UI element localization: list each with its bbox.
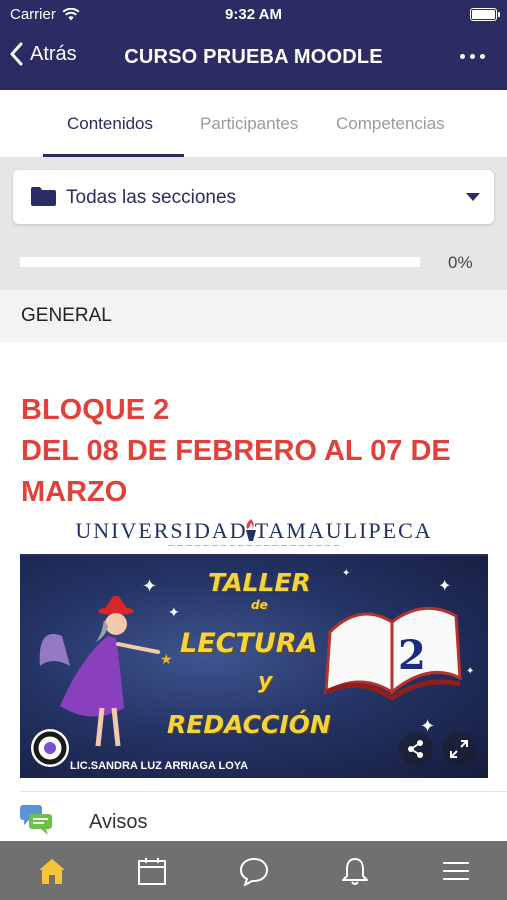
poster-number: 2 (398, 632, 426, 679)
top-bar: Carrier 9:32 AM Atrás CURSO PRUEBA MOODL… (0, 0, 507, 90)
bell-icon[interactable] (340, 856, 370, 886)
caret-down-icon (466, 193, 480, 201)
page-title: CURSO PRUEBA MOODLE (124, 46, 383, 68)
course-banner-image[interactable]: UNIVERSIDAD TAMAULIPECA — — — — — — — — … (20, 514, 488, 778)
active-tab-indicator (43, 154, 184, 157)
more-options-button[interactable] (460, 54, 485, 59)
poster-word-2: de (251, 598, 268, 612)
section-selector-label: Todas las secciones (66, 187, 237, 208)
divider (20, 791, 507, 792)
menu-icon[interactable] (441, 856, 471, 886)
torch-logo-icon (246, 519, 256, 541)
sparkle-icon: ✦ (466, 666, 475, 677)
poster-word-5: REDACCIÓN (167, 710, 331, 739)
status-bar: Carrier 9:32 AM (0, 0, 507, 30)
sparkle-icon: ✦ (142, 576, 158, 596)
dot-icon (470, 54, 475, 59)
sparkle-icon: ✦ (168, 604, 180, 620)
battery-icon (470, 8, 500, 21)
course-progress-bar (20, 257, 420, 267)
university-header: UNIVERSIDAD TAMAULIPECA — — — — — — — — … (20, 514, 488, 556)
share-button[interactable] (399, 732, 433, 766)
chat-icon[interactable] (239, 856, 269, 886)
university-motto: — — — — — — — — — — — — — — — — — — — — (168, 543, 340, 549)
tab-participantes[interactable]: Participantes (200, 114, 298, 134)
share-icon (408, 740, 423, 758)
poster-credit: LIC.SANDRA LUZ ARRIAGA LOYA (70, 760, 249, 772)
fullscreen-button[interactable] (442, 732, 476, 766)
progress-percent: 0% (448, 253, 473, 272)
block-title-line-2: DEL 08 DE FEBRERO AL 07 DE MARZO (21, 435, 451, 508)
expand-icon (450, 740, 468, 758)
dot-icon (480, 54, 485, 59)
home-icon[interactable] (37, 856, 67, 886)
workshop-poster: ✦ ✦ ✦ ✦ ✦ ✦ ★ TALLER de LECTURA y REDACC… (20, 556, 488, 778)
poster-word-1: TALLER (208, 568, 311, 597)
section-selector[interactable]: Todas las secciones (13, 170, 494, 224)
poster-word-3: LECTURA (180, 628, 318, 659)
tab-competencias[interactable]: Competencias (336, 114, 445, 134)
dot-icon (460, 54, 465, 59)
sparkle-icon: ✦ (342, 568, 351, 579)
course-tabs: Contenidos Participantes Competencias (0, 90, 507, 158)
folder-icon (31, 187, 56, 206)
genially-logo-icon (31, 729, 69, 767)
block-title-line-1: BLOQUE 2 (21, 394, 170, 426)
section-header: GENERAL (0, 290, 507, 342)
poster-word-4: y (258, 669, 273, 694)
section-controls: Todas las secciones 0% (0, 158, 507, 290)
bottom-tab-bar (0, 841, 507, 900)
section-name: GENERAL (21, 305, 112, 326)
block-title: BLOQUE 2 DEL 08 DE FEBRERO AL 07 DE MARZ… (21, 390, 491, 513)
open-book-illustration (324, 606, 462, 702)
forum-icon (20, 805, 52, 835)
activity-avisos[interactable]: Avisos (89, 811, 148, 834)
tab-contenidos[interactable]: Contenidos (67, 114, 153, 134)
status-time: 9:32 AM (225, 6, 282, 23)
calendar-icon[interactable] (137, 856, 167, 886)
